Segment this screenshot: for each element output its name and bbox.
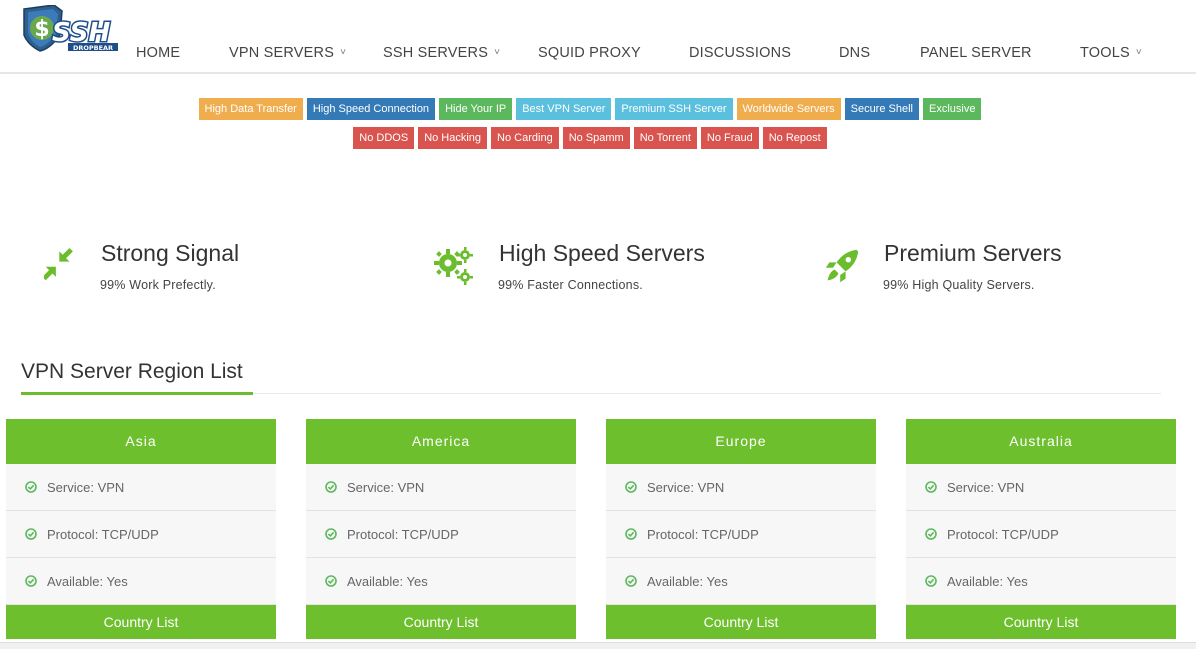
tag: No Spamm	[562, 127, 630, 149]
svg-text:$: $	[34, 17, 49, 42]
nav-ssh-servers[interactable]: SSH SERVERS ˅	[383, 44, 500, 64]
available-text: Available: Yes	[947, 573, 1028, 589]
compress-arrows-icon	[44, 248, 73, 281]
region-card-america: America Service: VPN Protocol: TCP/UDP A…	[306, 419, 576, 639]
list-item: Service: VPN	[906, 464, 1176, 511]
region-card-australia: Australia Service: VPN Protocol: TCP/UDP…	[906, 419, 1176, 639]
check-circle-icon	[25, 481, 37, 493]
protocol-text: Protocol: TCP/UDP	[647, 526, 759, 542]
feature-desc: 99% High Quality Servers.	[883, 278, 1035, 292]
chevron-down-icon: ˅	[494, 47, 501, 58]
tag: Secure Shell	[844, 98, 919, 120]
tag: No Repost	[762, 127, 827, 149]
list-item: Protocol: TCP/UDP	[306, 511, 576, 558]
protocol-text: Protocol: TCP/UDP	[47, 526, 159, 542]
gears-icon	[434, 247, 473, 285]
check-circle-icon	[625, 528, 637, 540]
check-circle-icon	[925, 481, 937, 493]
check-circle-icon	[325, 481, 337, 493]
feature-desc: 99% Work Prefectly.	[100, 278, 216, 292]
feature-title: Strong Signal	[101, 240, 240, 266]
list-item: Service: VPN	[6, 464, 276, 511]
nav-tools[interactable]: TOOLS ˅	[1080, 44, 1142, 64]
list-item: Available: Yes	[906, 558, 1176, 605]
list-item: Protocol: TCP/UDP	[606, 511, 876, 558]
tag: No Torrent	[633, 127, 697, 149]
main-nav: HOME VPN SERVERS ˅ SSH SERVERS ˅ SQUID PRO…	[0, 44, 1196, 64]
tag: Hide Your IP	[439, 98, 513, 120]
feature-tags: High Data Transfer High Speed Connection…	[0, 98, 1196, 120]
list-item: Available: Yes	[6, 558, 276, 605]
tag: Exclusive	[922, 98, 982, 120]
nav-vpn-servers[interactable]: VPN SERVERS ˅	[229, 44, 346, 64]
tag: Worldwide Servers	[736, 98, 841, 120]
section-title: VPN Server Region List	[21, 360, 243, 383]
country-list-button[interactable]: Country List	[606, 605, 876, 639]
region-name: Australia	[906, 419, 1176, 464]
service-text: Service: VPN	[47, 479, 125, 495]
country-list-button[interactable]: Country List	[6, 605, 276, 639]
list-item: Service: VPN	[306, 464, 576, 511]
tag: No Hacking	[418, 127, 488, 149]
site-header: $ SSH DROPBEAR HOME VPN SERVERS ˅ SSH SER…	[0, 0, 1196, 74]
nav-dns[interactable]: DNS	[839, 44, 870, 62]
region-card-europe: Europe Service: VPN Protocol: TCP/UDP Av…	[606, 419, 876, 639]
nav-discussions[interactable]: DISCUSSIONS	[689, 44, 791, 62]
available-text: Available: Yes	[347, 573, 428, 589]
check-circle-icon	[925, 528, 937, 540]
protocol-text: Protocol: TCP/UDP	[947, 526, 1059, 542]
region-name: Europe	[606, 419, 876, 464]
nav-home[interactable]: HOME	[136, 44, 180, 62]
rocket-icon	[825, 249, 859, 283]
tag: No DDOS	[353, 127, 415, 149]
region-name: Asia	[6, 419, 276, 464]
list-item: Available: Yes	[306, 558, 576, 605]
feature-title: Premium Servers	[884, 240, 1062, 266]
rules-tags: No DDOS No Hacking No Carding No Spamm N…	[0, 127, 1196, 149]
list-item: Service: VPN	[606, 464, 876, 511]
tag: High Data Transfer	[198, 98, 303, 120]
divider-accent	[21, 392, 253, 395]
service-text: Service: VPN	[647, 479, 725, 495]
feature-title: High Speed Servers	[499, 240, 705, 266]
tag: No Fraud	[700, 127, 759, 149]
chevron-down-icon: ˅	[340, 47, 347, 58]
available-text: Available: Yes	[647, 573, 728, 589]
check-circle-icon	[325, 575, 337, 587]
region-card-asia: Asia Service: VPN Protocol: TCP/UDP Avai…	[6, 419, 276, 639]
check-circle-icon	[25, 575, 37, 587]
check-circle-icon	[925, 575, 937, 587]
protocol-text: Protocol: TCP/UDP	[347, 526, 459, 542]
list-item: Available: Yes	[606, 558, 876, 605]
tag: Premium SSH Server	[615, 98, 733, 120]
feature-desc: 99% Faster Connections.	[498, 278, 643, 292]
list-item: Protocol: TCP/UDP	[906, 511, 1176, 558]
list-item: Protocol: TCP/UDP	[6, 511, 276, 558]
country-list-button[interactable]: Country List	[306, 605, 576, 639]
nav-panel-server[interactable]: PANEL SERVER	[920, 44, 1032, 62]
service-text: Service: VPN	[347, 479, 425, 495]
tag: No Carding	[491, 127, 559, 149]
check-circle-icon	[625, 575, 637, 587]
service-text: Service: VPN	[947, 479, 1025, 495]
region-name: America	[306, 419, 576, 464]
chevron-down-icon: ˅	[1135, 47, 1142, 58]
country-list-button[interactable]: Country List	[906, 605, 1176, 639]
tag: Best VPN Server	[516, 98, 612, 120]
nav-squid-proxy[interactable]: SQUID PROXY	[538, 44, 641, 62]
check-circle-icon	[325, 528, 337, 540]
check-circle-icon	[625, 481, 637, 493]
check-circle-icon	[25, 528, 37, 540]
available-text: Available: Yes	[47, 573, 128, 589]
bottom-strip	[0, 642, 1196, 649]
tag: High Speed Connection	[306, 98, 436, 120]
